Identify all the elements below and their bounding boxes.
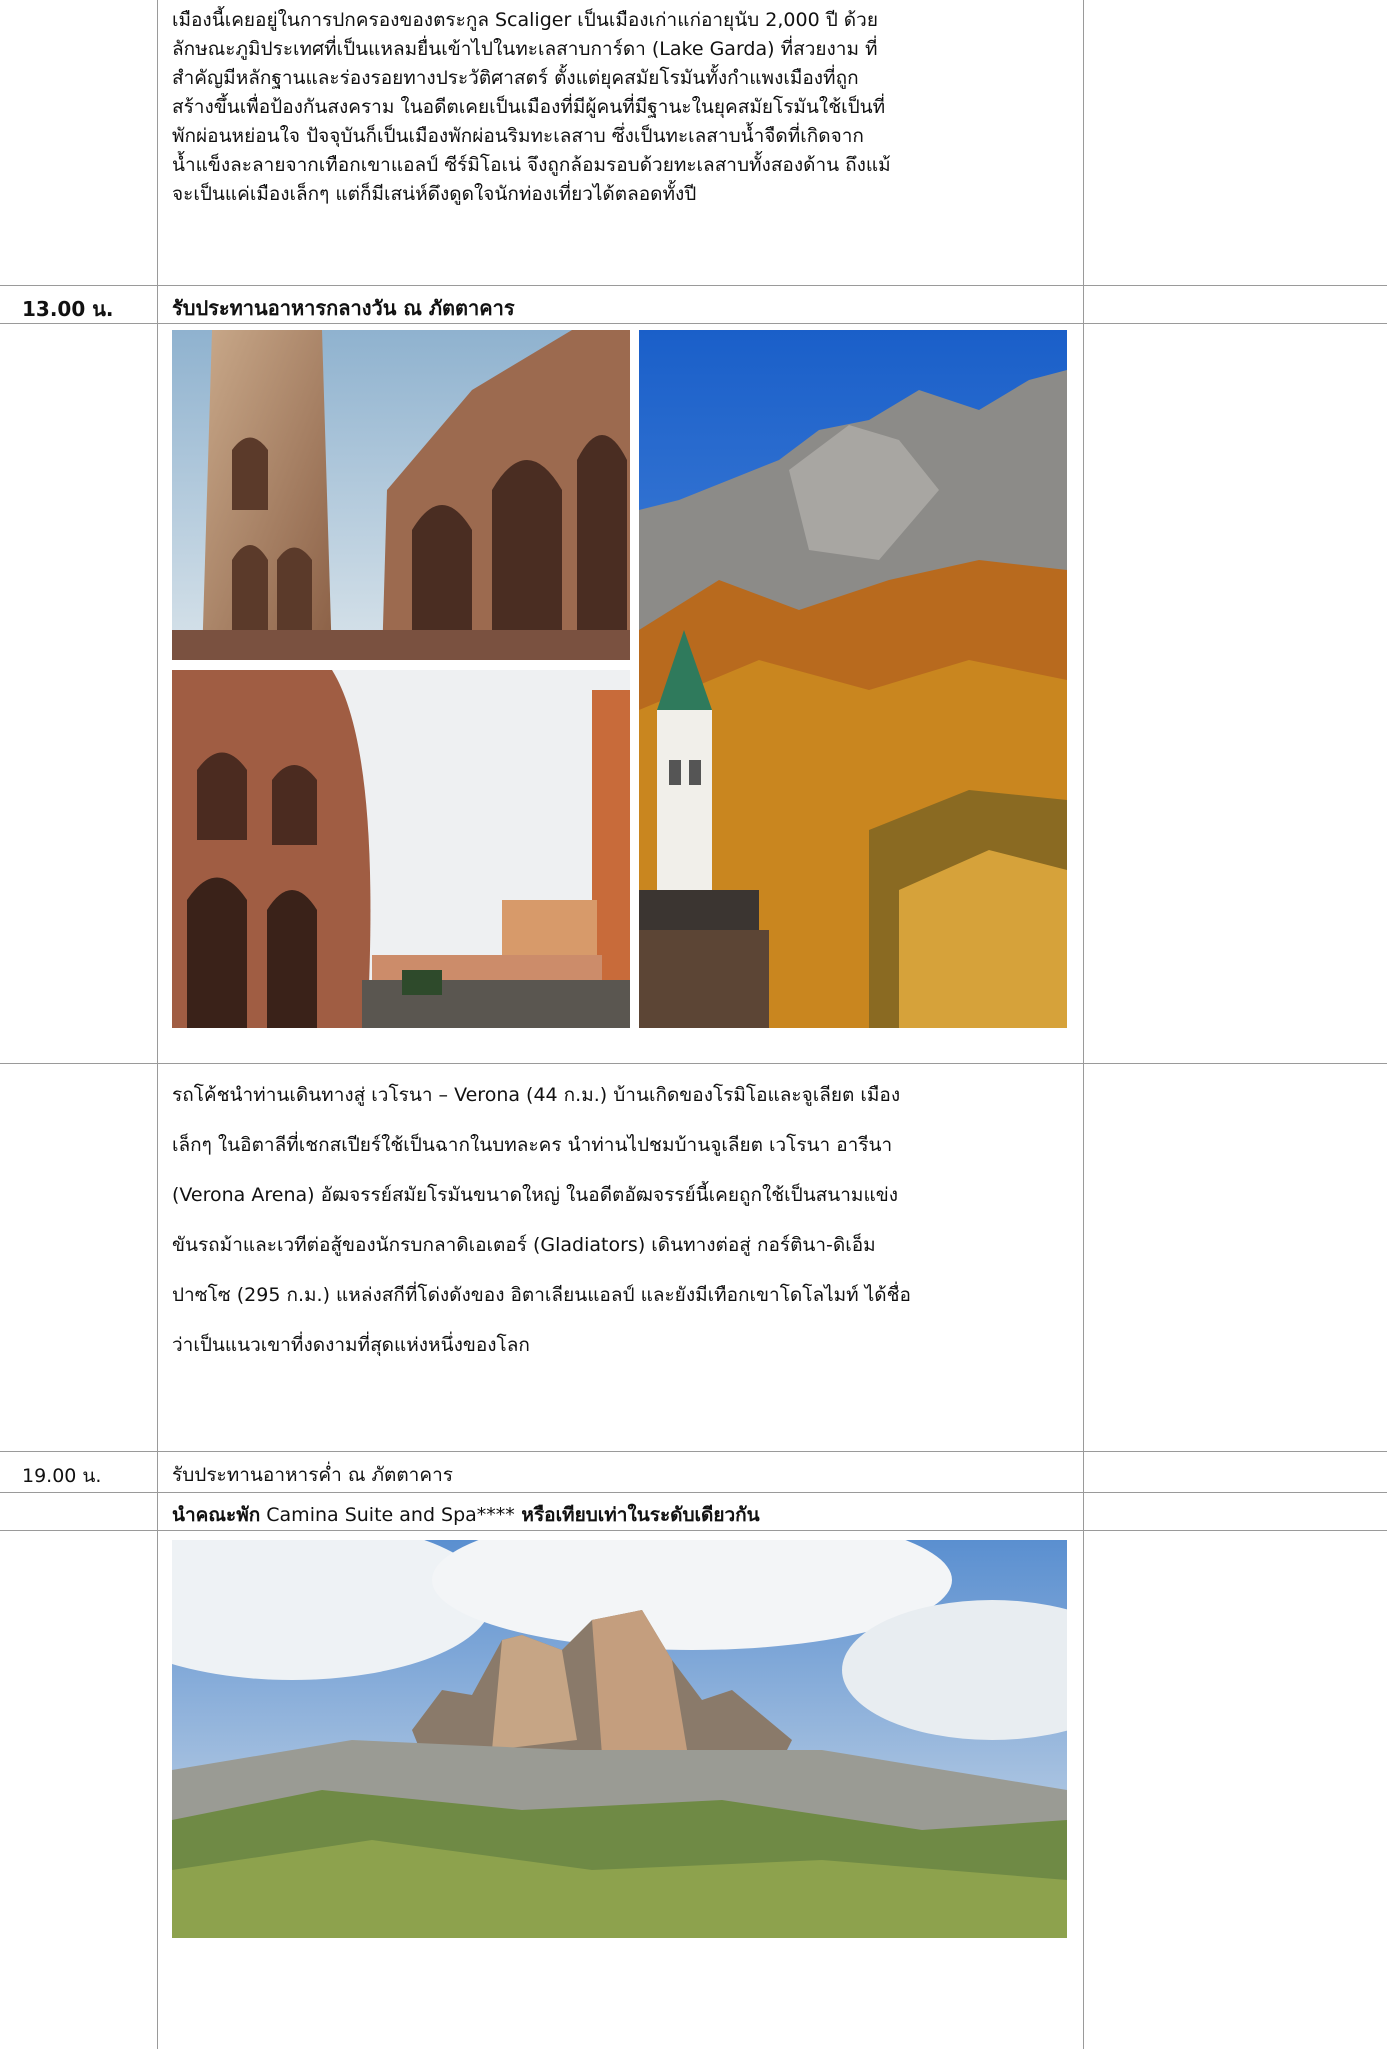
- table-col-divider-1: [157, 0, 158, 2049]
- hotel-prefix: นำคณะพัก: [172, 1504, 261, 1526]
- verona-line: เล็กๆ ในอิตาลีที่เชกสเปียร์ใช้เป็นฉากในบ…: [172, 1134, 893, 1156]
- lunch-text: รับประทานอาหารกลางวัน ณ ภัตตาคาร: [172, 296, 515, 320]
- verona-arena-arches-photo: [172, 330, 630, 660]
- verona-line: ว่าเป็นแนวเขาที่งดงามที่สุดแห่งหนึ่งของโ…: [172, 1334, 530, 1356]
- tre-cime-dolomites-photo: [172, 1540, 1067, 1938]
- intro-line: จะเป็นแค่เมืองเล็กๆ แต่ก็มีเสน่ห์ดึงดูดใ…: [172, 183, 697, 205]
- verona-paragraph: รถโค้ชนำท่านเดินทางสู่ เวโรนา – Verona (…: [172, 1070, 1072, 1370]
- row-divider: [0, 1492, 1387, 1493]
- verona-line: (Verona Arena) อัฒจรรย์สมัยโรมันขนาดใหญ่…: [172, 1184, 898, 1206]
- cortina-dolomites-autumn-photo: [639, 330, 1067, 1028]
- hotel-line: นำคณะพัก Camina Suite and Spa**** หรือเท…: [172, 1500, 760, 1530]
- verona-line: ขันรถม้าและเวทีต่อสู้ของนักรบกลาดิเอเตอร…: [172, 1234, 876, 1256]
- hotel-suffix: หรือเทียบเท่าในระดับเดียวกัน: [514, 1504, 760, 1526]
- dinner-time: 19.00 น.: [22, 1465, 102, 1487]
- row-divider: [0, 1063, 1387, 1064]
- row-divider: [0, 285, 1387, 286]
- intro-paragraph: เมืองนี้เคยอยู่ในการปกครองของตระกูล Scal…: [172, 6, 1072, 209]
- hotel-name: Camina Suite and Spa****: [260, 1504, 515, 1526]
- verona-line: ปาซโซ (295 ก.ม.) แหล่งสกีที่โด่งดังของ อ…: [172, 1284, 911, 1306]
- intro-line: สร้างขึ้นเพื่อป้องกันสงคราม ในอดีตเคยเป็…: [172, 96, 886, 118]
- dinner-text: รับประทานอาหารค่ำ ณ ภัตตาคาร: [172, 1464, 453, 1486]
- intro-line: สำคัญมีหลักฐานและร่องรอยทางประวัติศาสตร์…: [172, 67, 859, 89]
- intro-line: พักผ่อนหย่อนใจ ปัจจุบันก็เป็นเมืองพักผ่อ…: [172, 125, 864, 147]
- row-divider: [0, 1530, 1387, 1531]
- intro-line: ลักษณะภูมิประเทศที่เป็นแหลมยื่นเข้าไปในท…: [172, 38, 878, 60]
- verona-arena-piazza-photo: [172, 670, 630, 1028]
- intro-line: เมืองนี้เคยอยู่ในการปกครองของตระกูล Scal…: [172, 9, 878, 31]
- lunch-time: 13.00 น.: [22, 297, 114, 321]
- table-col-divider-2: [1083, 0, 1084, 2049]
- intro-line: น้ำแข็งละลายจากเทือกเขาแอลป์ ซีร์มิโอเน่…: [172, 154, 891, 176]
- verona-line: รถโค้ชนำท่านเดินทางสู่ เวโรนา – Verona (…: [172, 1084, 901, 1106]
- row-divider: [0, 1451, 1387, 1452]
